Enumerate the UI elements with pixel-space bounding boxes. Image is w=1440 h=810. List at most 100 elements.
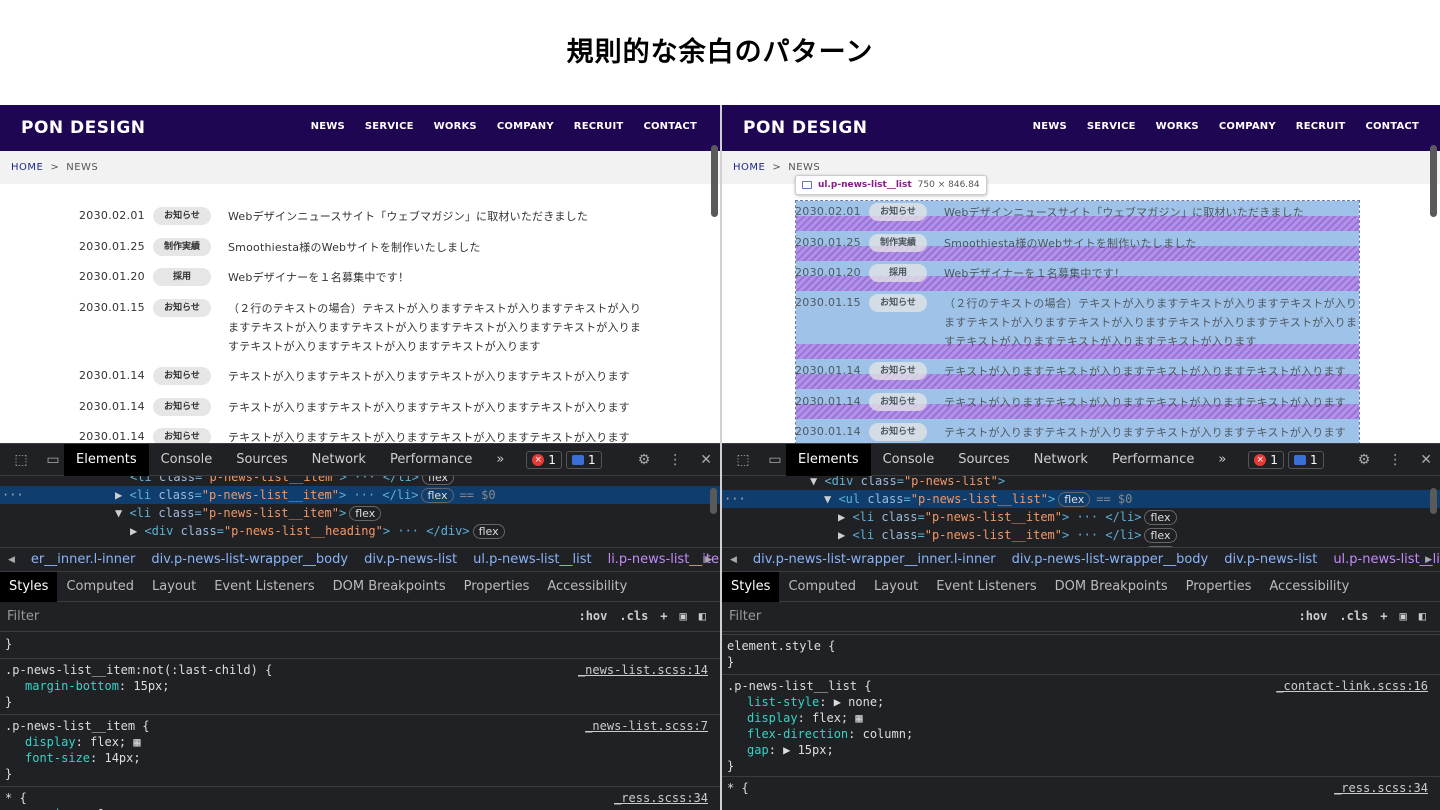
dom-node[interactable]: ··· ▼ <ul class="p-news-list__list"> flex =… [722,490,1440,508]
news-title[interactable]: （２行のテキストの場合）テキストが入りますテキストが入りますテキストが入り ますテ… [944,294,1357,351]
css-rule[interactable]: * {_ress.scss:34 [722,780,1440,796]
dom-node[interactable]: ▶ <li class="p-news-list__item"> ··· </l… [722,508,1440,526]
subtab-layout[interactable]: Layout [865,572,927,602]
close-icon[interactable]: ✕ [700,452,712,468]
news-title[interactable]: テキストが入りますテキストが入りますテキストが入りますテキストが入ります [944,362,1346,381]
news-title[interactable]: Webデザイナーを１名募集中です！ [944,264,1125,283]
breadcrumb-node[interactable]: li.p-news-list__item [608,548,720,571]
nav-link-news[interactable]: NEWS [311,121,345,132]
nav-link-contact[interactable]: CONTACT [1365,121,1419,132]
tab-more[interactable]: » [1206,444,1238,476]
css-declaration[interactable]: margin-bottom: 15px; [5,678,720,694]
list-item[interactable]: 2030.01.14 お知らせ テキストが入りますテキストが入りますテキストが入りま… [795,423,1346,442]
subtab-properties[interactable]: Properties [1177,572,1261,602]
css-declaration[interactable]: display: flex; ▦ [5,734,720,750]
flex-badge[interactable]: flex [1058,492,1091,507]
rule-source-link[interactable]: _news-list.scss:7 [585,718,708,734]
tab-more[interactable]: » [484,444,516,476]
list-item[interactable]: 2030.01.14 お知らせ テキストが入りますテキストが入りますテキストが入りま… [79,398,630,417]
subtab-styles[interactable]: Styles [722,571,780,602]
tab-performance[interactable]: Performance [1100,444,1206,476]
filter-input[interactable]: Filter [7,609,39,624]
flex-badge[interactable]: flex [349,506,382,521]
flex-badge[interactable]: flex [421,488,454,503]
subtab-layout[interactable]: Layout [143,572,205,602]
flexbox-editor-icon[interactable]: ▦ [848,711,862,725]
sidebar-toggle-icon[interactable]: ◧ [1419,609,1426,623]
tab-sources[interactable]: Sources [946,444,1021,476]
list-item[interactable]: 2030.02.01 お知らせ Webデザインニュースサイト「ウェブマガジン」に取材… [79,207,588,226]
nav-link-company[interactable]: COMPANY [1219,121,1276,132]
css-rule[interactable]: .p-news-list__list {_contact-link.scss:1… [722,678,1440,774]
kebab-menu-icon[interactable]: ⋮ [1388,452,1402,468]
subtab-dom-breakpoints[interactable]: DOM Breakpoints [1046,572,1177,602]
gear-icon[interactable]: ⚙ [638,452,651,468]
subtab-styles[interactable]: Styles [0,571,58,602]
rule-source-link[interactable]: _ress.scss:34 [1334,780,1428,796]
list-item[interactable]: 2030.01.15 お知らせ （２行のテキストの場合）テキストが入りますテキストが… [795,294,1357,351]
breadcrumb-node[interactable]: div.p-news-list-wrapper__body [151,548,348,571]
news-title[interactable]: テキストが入りますテキストが入りますテキストが入りますテキストが入ります [228,367,630,386]
breadcrumb-node[interactable]: er__inner.l-inner [31,548,135,571]
subtab-properties[interactable]: Properties [455,572,539,602]
nav-link-contact[interactable]: CONTACT [643,121,697,132]
nav-link-recruit[interactable]: RECRUIT [574,121,624,132]
css-declaration[interactable]: list-style: ▶ none; [727,694,1440,710]
tab-console[interactable]: Console [871,444,947,476]
nav-link-company[interactable]: COMPANY [497,121,554,132]
news-title[interactable]: テキストが入りますテキストが入りますテキストが入りますテキストが入ります [944,393,1346,412]
subtab-dom-breakpoints[interactable]: DOM Breakpoints [324,572,455,602]
news-title[interactable]: テキストが入りますテキストが入りますテキストが入りますテキストが入ります [228,398,630,417]
list-item[interactable]: 2030.01.20 採用 Webデザイナーを１名募集中です！ [795,264,1125,283]
inspect-element-icon[interactable]: ⬚ [10,452,32,468]
message-count-badge[interactable]: 1 [1287,450,1324,469]
error-count-badge[interactable]: × 1 [526,450,562,469]
subtab-computed[interactable]: Computed [779,572,865,602]
paint-icon[interactable]: ▣ [1400,609,1407,623]
breadcrumb-node[interactable]: div.p-news-list-wrapper__body [1012,548,1209,571]
flex-badge[interactable]: flex [1144,510,1177,525]
css-rule[interactable]: .p-news-list__item:not(:last-child) {_ne… [0,662,720,710]
page-scrollbar[interactable] [1430,145,1437,217]
site-logo[interactable]: PON DESIGN [21,118,146,138]
css-declaration[interactable]: flex-direction: column; [727,726,1440,742]
subtab-event-listeners[interactable]: Event Listeners [927,572,1045,602]
news-title[interactable]: Webデザインニュースサイト「ウェブマガジン」に取材いただきました [944,203,1304,222]
error-count-badge[interactable]: × 1 [1248,450,1284,469]
dom-node[interactable]: ··· ▶ <li class="p-news-list__item"> ··· … [0,486,720,504]
css-rule[interactable]: * {_ress.scss:34margin: ▶ 0; [0,790,720,810]
scrollbar[interactable] [710,488,717,514]
tab-console[interactable]: Console [149,444,225,476]
list-item[interactable]: 2030.01.14 お知らせ テキストが入りますテキストが入りますテキストが入りま… [795,362,1346,381]
filter-input[interactable]: Filter [729,609,761,624]
breadcrumb-node[interactable]: div.p-news-list [1224,548,1317,571]
tab-elements[interactable]: Elements [786,443,871,476]
scroll-arrow-icon[interactable]: ◀ [8,548,15,571]
list-item[interactable]: 2030.02.01 お知らせ Webデザインニュースサイト「ウェブマガジン」に取材… [795,203,1304,222]
breadcrumb-home[interactable]: HOME [733,162,765,173]
hov-toggle[interactable]: :hov [578,609,607,623]
flexbox-editor-icon[interactable]: ▦ [126,735,140,749]
list-item[interactable]: 2030.01.25 制作実績 Smoothiesta様のWebサイトを制作いたしま… [79,238,481,257]
news-title[interactable]: Smoothiesta様のWebサイトを制作いたしました [944,234,1197,253]
subtab-computed[interactable]: Computed [57,572,143,602]
subtab-event-listeners[interactable]: Event Listeners [205,572,323,602]
flex-badge[interactable]: flex [1144,528,1177,543]
hov-toggle[interactable]: :hov [1298,609,1327,623]
scrollbar[interactable] [1430,488,1437,514]
dom-node[interactable]: ▼ <div class="p-news-list"> [722,476,1440,490]
tab-elements[interactable]: Elements [64,443,149,476]
tab-network[interactable]: Network [1022,444,1100,476]
cls-toggle[interactable]: .cls [619,609,648,623]
scroll-arrow-icon[interactable]: ◀ [730,548,737,571]
list-item[interactable]: 2030.01.14 お知らせ テキストが入りますテキストが入りますテキストが入りま… [79,428,630,443]
news-title[interactable]: Webデザインニュースサイト「ウェブマガジン」に取材いただきました [228,207,588,226]
list-item[interactable]: 2030.01.14 お知らせ テキストが入りますテキストが入りますテキストが入りま… [795,393,1346,412]
breadcrumb-node[interactable]: div.p-news-list [364,548,457,571]
flex-badge[interactable]: flex [472,524,505,539]
breadcrumb-node[interactable]: div.p-news-list-wrapper__inner.l-inner [753,548,996,571]
news-title[interactable]: テキストが入りますテキストが入りますテキストが入りますテキストが入ります [944,423,1346,442]
gear-icon[interactable]: ⚙ [1358,452,1371,468]
news-title[interactable]: Smoothiesta様のWebサイトを制作いたしました [228,238,481,257]
nav-link-works[interactable]: WORKS [434,121,477,132]
